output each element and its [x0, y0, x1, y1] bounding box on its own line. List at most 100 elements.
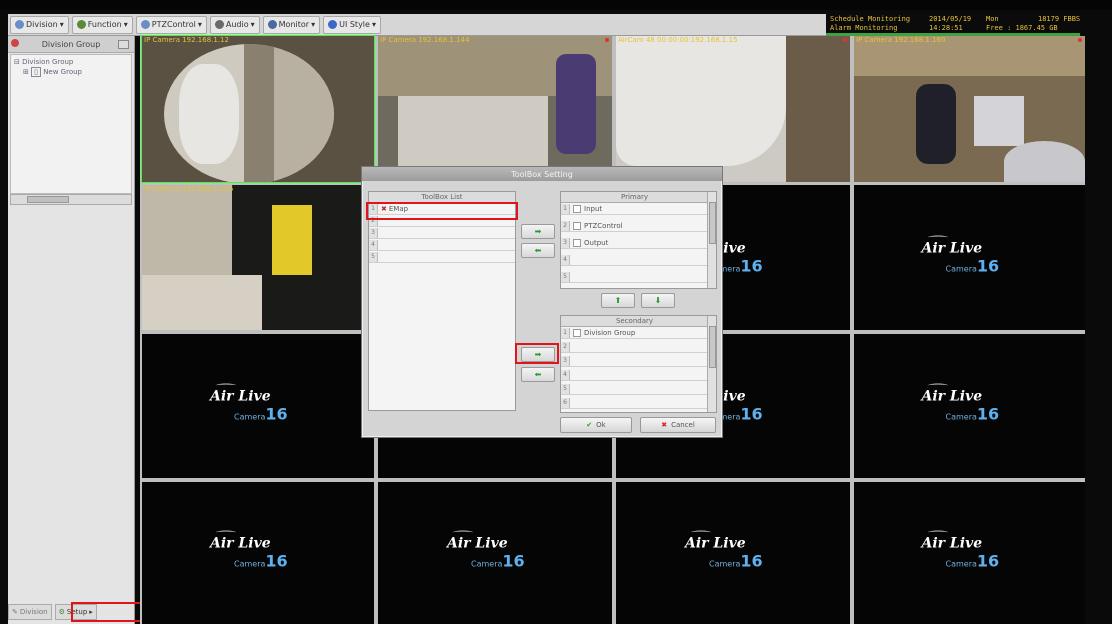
panel-title: Division Group	[41, 39, 101, 49]
move-down-button[interactable]: ⬇	[641, 293, 675, 308]
tree-horizontal-scrollbar[interactable]	[10, 194, 132, 205]
record-indicator-icon	[1078, 38, 1082, 42]
ui-style-menu-button[interactable]: UI Style ▾	[323, 15, 381, 34]
audio-icon	[214, 20, 224, 29]
ptz-menu-button[interactable]: PTZControl ▾	[135, 15, 207, 34]
division-icon	[15, 20, 24, 29]
camera-view-2[interactable]: IP Camera 192.168.1.144	[378, 36, 612, 182]
ok-button[interactable]: ✔ Ok	[560, 417, 632, 433]
checkbox[interactable]	[573, 238, 581, 247]
camera-view-16[interactable]: Air Live Camera16	[854, 482, 1085, 624]
secondary-scrollbar[interactable]	[707, 316, 716, 412]
division-tab[interactable]: ✎ Division	[8, 604, 52, 620]
scrollbar-thumb[interactable]	[27, 196, 69, 203]
app-logo-icon	[11, 39, 19, 47]
move-from-primary-button[interactable]: ⬅	[521, 243, 555, 258]
secondary-item[interactable]: 5	[561, 383, 708, 395]
scene-background	[786, 36, 850, 182]
toolbox-item[interactable]: 3	[369, 227, 515, 239]
airlive-logo: Air Live Camera16	[922, 530, 1018, 571]
record-indicator-icon	[843, 38, 847, 42]
record-indicator-icon	[605, 38, 609, 42]
primary-list-header: Primary	[561, 192, 708, 203]
dialog-title: ToolBox Setting	[362, 167, 722, 181]
emap-highlight	[366, 202, 518, 220]
panel-header: Division Group	[8, 36, 134, 53]
alarm-monitoring-label: Alarm Monitoring	[830, 24, 898, 32]
monitor-menu-button[interactable]: Monitor ▾	[262, 15, 321, 34]
scene-wall	[264, 44, 334, 182]
camera-view-14[interactable]: Air Live Camera16	[378, 482, 612, 624]
division-tab-icon: ✎	[12, 608, 18, 616]
scene-dome-camera	[616, 36, 786, 166]
checkbox[interactable]	[573, 328, 581, 337]
audio-menu-button[interactable]: Audio ▾	[209, 15, 260, 34]
primary-item-ptzcontrol[interactable]: 2 PTZControl	[561, 220, 708, 232]
checkbox[interactable]	[573, 221, 581, 230]
date-label: 2014/05/19	[929, 15, 972, 23]
ui-style-icon	[328, 20, 338, 29]
primary-item[interactable]: 5	[561, 271, 708, 283]
secondary-list-header: Secondary	[561, 316, 708, 327]
time-label: 14:28:51	[929, 24, 963, 32]
airlive-logo: Air Live Camera16	[210, 383, 306, 424]
camera-view-1[interactable]: IP Camera 192.168.1.12	[141, 35, 375, 183]
secondary-item[interactable]: 2	[561, 341, 708, 353]
airlive-logo: Air Live Camera16	[447, 530, 543, 571]
function-menu-button[interactable]: Function ▾	[71, 15, 133, 34]
fisheye-image	[164, 44, 334, 182]
camera-title: IP Camera 192.168.1.160	[856, 36, 946, 44]
setup-gear-icon: ⚙	[58, 608, 65, 616]
camera-title: IP Camera 192.168.1.155	[144, 185, 234, 193]
minimize-icon[interactable]	[118, 40, 129, 49]
secondary-item[interactable]: 4	[561, 369, 708, 381]
primary-item-input[interactable]: 1 Input	[561, 203, 708, 215]
ptz-icon	[140, 20, 150, 29]
day-label: Mon	[986, 15, 999, 23]
camera-view-9[interactable]: Air Live Camera16	[142, 334, 374, 478]
move-from-secondary-button[interactable]: ⬅	[521, 367, 555, 382]
primary-item-output[interactable]: 3 Output	[561, 237, 708, 249]
secondary-item-division-group[interactable]: 1 Division Group	[561, 327, 708, 339]
monitor-icon	[267, 20, 277, 29]
camera-view-13[interactable]: Air Live Camera16	[142, 482, 374, 624]
scene-desk	[142, 275, 262, 330]
primary-item[interactable]: 4	[561, 254, 708, 266]
scene-person	[916, 84, 956, 164]
camera-view-8[interactable]: Air Live Camera16	[854, 185, 1085, 330]
tree-item-new-group[interactable]: ⊞ ▯ New Group	[23, 67, 82, 77]
move-to-primary-button[interactable]: ➡	[521, 224, 555, 239]
airlive-logo: Air Live Camera16	[922, 383, 1018, 424]
cancel-button[interactable]: ✖ Cancel	[640, 417, 716, 433]
camera-title: IP Camera 192.168.1.12	[144, 36, 229, 44]
camera-view-5[interactable]: IP Camera 192.168.1.155	[142, 185, 374, 330]
division-tree: ⊟ Division Group ⊞ ▯ New Group	[10, 54, 132, 194]
toolbox-item[interactable]: 4	[369, 239, 515, 251]
secondary-item[interactable]: 3	[561, 355, 708, 367]
status-panel: Schedule Monitoring Alarm Monitoring 201…	[826, 14, 1080, 36]
tree-item-division-group[interactable]: ⊟ Division Group	[14, 58, 73, 66]
camera-view-12[interactable]: Air Live Camera16	[854, 334, 1085, 478]
checkbox[interactable]	[573, 204, 581, 213]
scene-device-label	[272, 205, 312, 275]
scene-person	[556, 54, 596, 154]
move-to-secondary-highlight	[515, 343, 559, 364]
division-menu-button[interactable]: Division ▾	[10, 15, 69, 34]
fps-label: 18179 FBBS	[1038, 15, 1081, 23]
primary-scrollbar[interactable]	[707, 192, 716, 288]
folder-icon: ▯	[31, 67, 41, 77]
screen-bezel	[0, 0, 1112, 10]
airlive-logo: Air Live Camera16	[210, 530, 306, 571]
toolbox-list: ToolBox List 1 ✖ EMap 2 3 4 5	[368, 191, 516, 411]
toolbox-setting-dialog: ToolBox Setting ToolBox List 1 ✖ EMap 2 …	[361, 166, 723, 438]
secondary-item[interactable]: 6	[561, 397, 708, 409]
scene-dome	[1004, 141, 1085, 182]
toolbox-item[interactable]: 5	[369, 251, 515, 263]
camera-view-15[interactable]: Air Live Camera16	[616, 482, 850, 624]
camera-view-3[interactable]: AirCam 48 00:00:00:192.168.1.15	[616, 36, 850, 182]
camera-view-4[interactable]: IP Camera 192.168.1.160	[854, 36, 1085, 182]
airlive-logo: Air Live Camera16	[922, 235, 1018, 275]
schedule-monitoring-label: Schedule Monitoring	[830, 15, 911, 23]
move-up-button[interactable]: ⬆	[601, 293, 635, 308]
free-space-label: Free : 1867.45 GB	[986, 24, 1058, 32]
